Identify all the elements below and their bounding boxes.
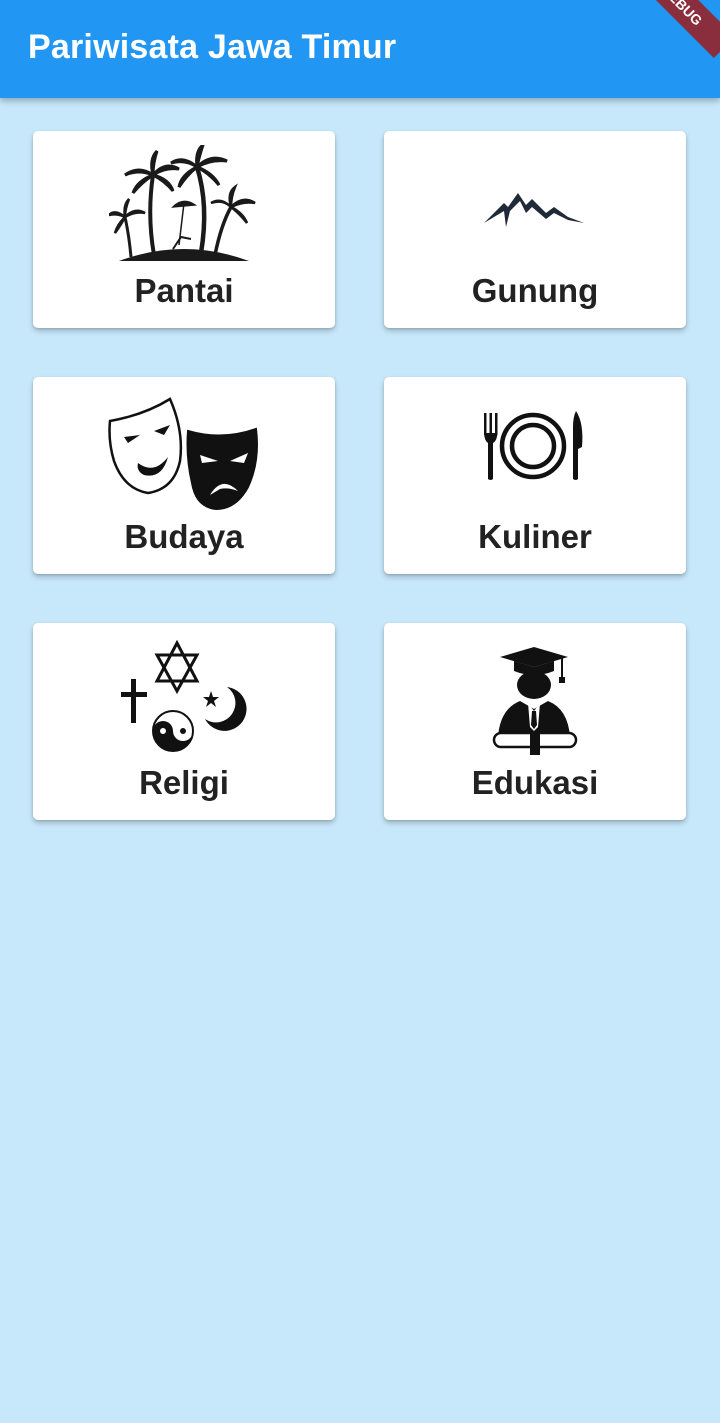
category-card-budaya[interactable]: Budaya (33, 377, 335, 574)
category-label: Edukasi (471, 764, 599, 801)
category-card-edukasi[interactable]: Edukasi (384, 623, 686, 820)
category-label: Gunung (471, 272, 599, 309)
religious-symbols-icon (33, 637, 335, 757)
theater-masks-icon (33, 391, 335, 511)
palm-island-icon (33, 145, 335, 265)
mountain-icon (384, 145, 686, 265)
category-card-gunung[interactable]: Gunung (384, 131, 686, 328)
category-label: Pantai (134, 272, 234, 309)
category-card-pantai[interactable]: Pantai (33, 131, 335, 328)
app-bar: Pariwisata Jawa Timur (0, 0, 720, 98)
graduate-icon (384, 637, 686, 757)
category-label: Kuliner (478, 518, 592, 555)
category-label: Religi (139, 764, 229, 801)
app-title: Pariwisata Jawa Timur (28, 28, 397, 66)
category-card-religi[interactable]: Religi (33, 623, 335, 820)
category-card-kuliner[interactable]: Kuliner (384, 377, 686, 574)
category-label: Budaya (124, 518, 244, 555)
fork-plate-knife-icon (384, 391, 686, 511)
